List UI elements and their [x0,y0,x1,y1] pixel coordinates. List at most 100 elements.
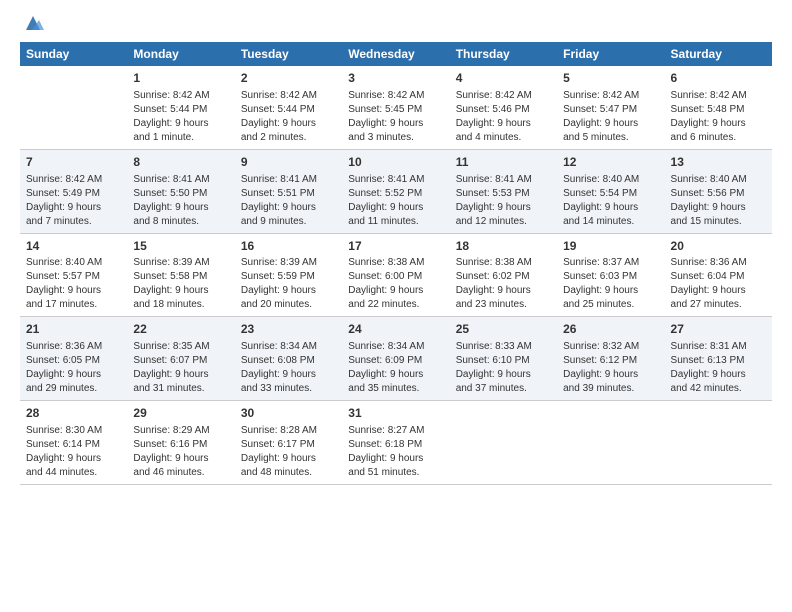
calendar-row: 14Sunrise: 8:40 AM Sunset: 5:57 PM Dayli… [20,233,772,317]
cell-info: Sunrise: 8:29 AM Sunset: 6:16 PM Dayligh… [133,424,228,480]
day-number: 2 [241,70,336,87]
calendar-cell: 20Sunrise: 8:36 AM Sunset: 6:04 PM Dayli… [665,233,772,317]
calendar-cell: 17Sunrise: 8:38 AM Sunset: 6:00 PM Dayli… [342,233,449,317]
cell-info: Sunrise: 8:41 AM Sunset: 5:53 PM Dayligh… [456,173,551,229]
calendar-cell: 18Sunrise: 8:38 AM Sunset: 6:02 PM Dayli… [450,233,557,317]
calendar-cell: 1 Sunrise: 8:42 AM Sunset: 5:44 PM Daylig… [127,66,234,149]
cell-info: Sunrise: 8:33 AM Sunset: 6:10 PM Dayligh… [456,340,551,396]
calendar-cell: 7 Sunrise: 8:42 AM Sunset: 5:49 PM Daylig… [20,149,127,233]
day-number: 24 [348,321,443,338]
day-number: 1 [133,70,228,87]
day-number: 16 [241,238,336,255]
day-number: 15 [133,238,228,255]
cell-info: Sunrise: 8:34 AM Sunset: 6:09 PM Dayligh… [348,340,443,396]
calendar-cell: 28Sunrise: 8:30 AM Sunset: 6:14 PM Dayli… [20,401,127,485]
cell-info: Sunrise: 8:42 AM Sunset: 5:46 PM Dayligh… [456,89,551,145]
calendar-cell: 26Sunrise: 8:32 AM Sunset: 6:12 PM Dayli… [557,317,664,401]
weekday-saturday: Saturday [665,42,772,66]
cell-info: Sunrise: 8:42 AM Sunset: 5:44 PM Dayligh… [133,89,228,145]
calendar-cell: 9 Sunrise: 8:41 AM Sunset: 5:51 PM Daylig… [235,149,342,233]
calendar-cell: 11 Sunrise: 8:41 AM Sunset: 5:53 PM Dayli… [450,149,557,233]
page: SundayMondayTuesdayWednesdayThursdayFrid… [0,0,792,612]
cell-info: Sunrise: 8:35 AM Sunset: 6:07 PM Dayligh… [133,340,228,396]
day-number: 11 [456,154,551,171]
day-number: 14 [26,238,121,255]
cell-info: Sunrise: 8:41 AM Sunset: 5:52 PM Dayligh… [348,173,443,229]
calendar-cell: 27 Sunrise: 8:31 AM Sunset: 6:13 PM Dayli… [665,317,772,401]
weekday-header-row: SundayMondayTuesdayWednesdayThursdayFrid… [20,42,772,66]
cell-info: Sunrise: 8:42 AM Sunset: 5:45 PM Dayligh… [348,89,443,145]
weekday-sunday: Sunday [20,42,127,66]
cell-info: Sunrise: 8:31 AM Sunset: 6:13 PM Dayligh… [671,340,766,396]
calendar-cell [450,401,557,485]
cell-info: Sunrise: 8:41 AM Sunset: 5:51 PM Dayligh… [241,173,336,229]
cell-info: Sunrise: 8:38 AM Sunset: 6:00 PM Dayligh… [348,256,443,312]
calendar-cell: 30 Sunrise: 8:28 AM Sunset: 6:17 PM Dayli… [235,401,342,485]
day-number: 18 [456,238,551,255]
cell-info: Sunrise: 8:38 AM Sunset: 6:02 PM Dayligh… [456,256,551,312]
calendar-cell: 29 Sunrise: 8:29 AM Sunset: 6:16 PM Dayli… [127,401,234,485]
day-number: 29 [133,405,228,422]
cell-info: Sunrise: 8:42 AM Sunset: 5:47 PM Dayligh… [563,89,658,145]
day-number: 4 [456,70,551,87]
calendar-cell: 24 Sunrise: 8:34 AM Sunset: 6:09 PM Dayli… [342,317,449,401]
day-number: 30 [241,405,336,422]
day-number: 20 [671,238,766,255]
day-number: 21 [26,321,121,338]
cell-info: Sunrise: 8:39 AM Sunset: 5:58 PM Dayligh… [133,256,228,312]
day-number: 6 [671,70,766,87]
calendar-row: 7 Sunrise: 8:42 AM Sunset: 5:49 PM Daylig… [20,149,772,233]
calendar-row: 1 Sunrise: 8:42 AM Sunset: 5:44 PM Daylig… [20,66,772,149]
weekday-wednesday: Wednesday [342,42,449,66]
cell-info: Sunrise: 8:40 AM Sunset: 5:57 PM Dayligh… [26,256,121,312]
calendar-cell: 25 Sunrise: 8:33 AM Sunset: 6:10 PM Dayli… [450,317,557,401]
calendar-cell: 22 Sunrise: 8:35 AM Sunset: 6:07 PM Dayli… [127,317,234,401]
calendar-cell: 19Sunrise: 8:37 AM Sunset: 6:03 PM Dayli… [557,233,664,317]
cell-info: Sunrise: 8:30 AM Sunset: 6:14 PM Dayligh… [26,424,121,480]
day-number: 26 [563,321,658,338]
calendar-cell: 21Sunrise: 8:36 AM Sunset: 6:05 PM Dayli… [20,317,127,401]
day-number: 9 [241,154,336,171]
weekday-tuesday: Tuesday [235,42,342,66]
logo-icon [22,12,44,34]
calendar-cell: 8 Sunrise: 8:41 AM Sunset: 5:50 PM Daylig… [127,149,234,233]
day-number: 23 [241,321,336,338]
header [20,16,772,34]
calendar-cell: 16Sunrise: 8:39 AM Sunset: 5:59 PM Dayli… [235,233,342,317]
calendar-cell: 5Sunrise: 8:42 AM Sunset: 5:47 PM Daylig… [557,66,664,149]
cell-info: Sunrise: 8:42 AM Sunset: 5:48 PM Dayligh… [671,89,766,145]
cell-info: Sunrise: 8:28 AM Sunset: 6:17 PM Dayligh… [241,424,336,480]
calendar-cell: 12 Sunrise: 8:40 AM Sunset: 5:54 PM Dayli… [557,149,664,233]
day-number: 19 [563,238,658,255]
day-number: 17 [348,238,443,255]
calendar-cell: 6 Sunrise: 8:42 AM Sunset: 5:48 PM Daylig… [665,66,772,149]
cell-info: Sunrise: 8:27 AM Sunset: 6:18 PM Dayligh… [348,424,443,480]
day-number: 22 [133,321,228,338]
calendar-row: 28Sunrise: 8:30 AM Sunset: 6:14 PM Dayli… [20,401,772,485]
cell-info: Sunrise: 8:37 AM Sunset: 6:03 PM Dayligh… [563,256,658,312]
calendar-cell [557,401,664,485]
day-number: 7 [26,154,121,171]
cell-info: Sunrise: 8:34 AM Sunset: 6:08 PM Dayligh… [241,340,336,396]
day-number: 12 [563,154,658,171]
calendar-cell [20,66,127,149]
cell-info: Sunrise: 8:40 AM Sunset: 5:54 PM Dayligh… [563,173,658,229]
calendar-row: 21Sunrise: 8:36 AM Sunset: 6:05 PM Dayli… [20,317,772,401]
calendar-cell: 2 Sunrise: 8:42 AM Sunset: 5:44 PM Daylig… [235,66,342,149]
cell-info: Sunrise: 8:36 AM Sunset: 6:04 PM Dayligh… [671,256,766,312]
day-number: 8 [133,154,228,171]
logo [20,16,44,34]
cell-info: Sunrise: 8:42 AM Sunset: 5:44 PM Dayligh… [241,89,336,145]
cell-info: Sunrise: 8:42 AM Sunset: 5:49 PM Dayligh… [26,173,121,229]
cell-info: Sunrise: 8:41 AM Sunset: 5:50 PM Dayligh… [133,173,228,229]
weekday-thursday: Thursday [450,42,557,66]
calendar-cell: 31 Sunrise: 8:27 AM Sunset: 6:18 PM Dayli… [342,401,449,485]
calendar-cell [665,401,772,485]
calendar-table: SundayMondayTuesdayWednesdayThursdayFrid… [20,42,772,485]
day-number: 27 [671,321,766,338]
day-number: 3 [348,70,443,87]
cell-info: Sunrise: 8:39 AM Sunset: 5:59 PM Dayligh… [241,256,336,312]
day-number: 31 [348,405,443,422]
day-number: 25 [456,321,551,338]
calendar-cell: 15Sunrise: 8:39 AM Sunset: 5:58 PM Dayli… [127,233,234,317]
